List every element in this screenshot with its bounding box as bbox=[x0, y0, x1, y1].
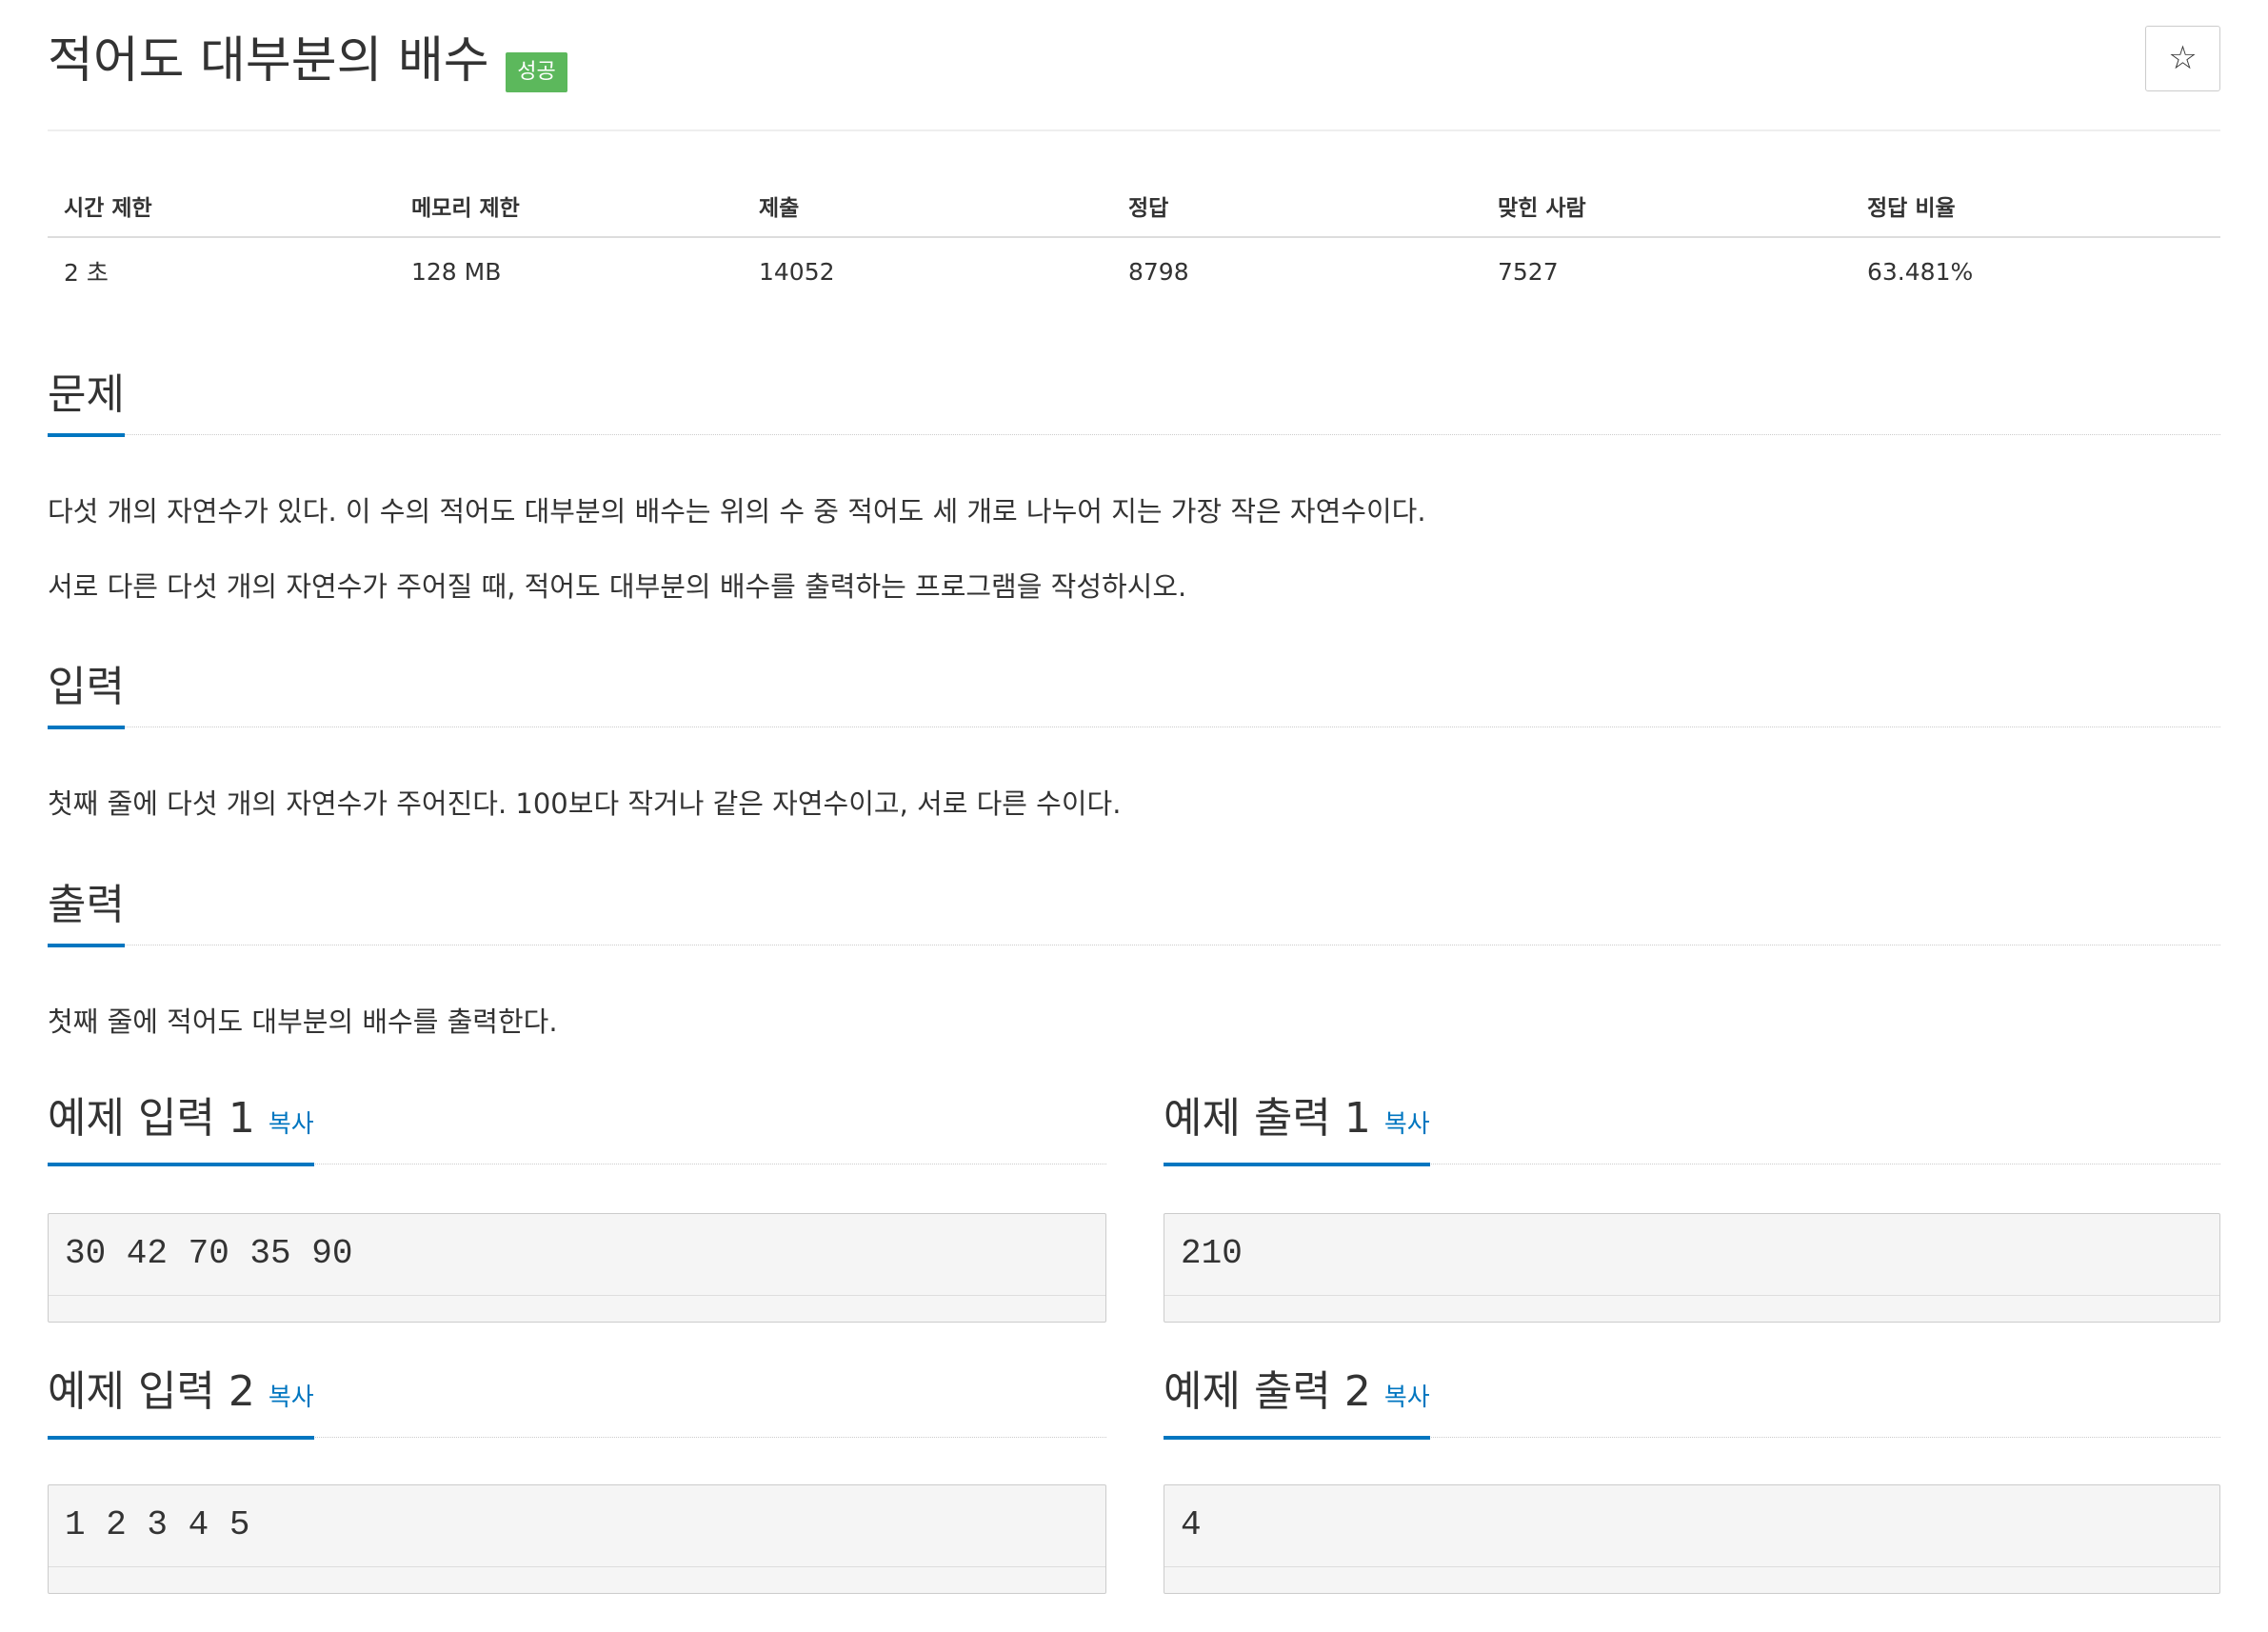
sample-output-1-data[interactable]: 210 bbox=[1164, 1214, 2219, 1296]
input-section-header: 입력 bbox=[48, 656, 2220, 729]
output-section-header: 출력 bbox=[48, 874, 2220, 947]
stats-header-solvers: 맞힌 사람 bbox=[1482, 175, 1851, 238]
problem-title: 적어도 대부분의 배수 bbox=[48, 32, 489, 90]
sample-output-2-scrollbar[interactable] bbox=[1164, 1567, 2219, 1593]
stats-value-solvers: 7527 bbox=[1498, 257, 1559, 286]
stats-header-time-limit: 시간 제한 bbox=[48, 175, 395, 238]
description-paragraph-2: 서로 다른 다섯 개의 자연수가 주어질 때, 적어도 대부분의 배수를 출력하… bbox=[48, 570, 1187, 603]
input-paragraph: 첫째 줄에 다섯 개의 자연수가 주어진다. 100보다 작거나 같은 자연수이… bbox=[48, 787, 1122, 820]
stats-value-memory-limit: 128 MB bbox=[411, 257, 502, 286]
sample-input-2-heading: 예제 입력 2 복사 bbox=[48, 1363, 314, 1440]
status-badge: 성공 bbox=[506, 52, 567, 92]
stats-value-time-limit: 2 초 bbox=[64, 259, 109, 287]
title-divider bbox=[48, 129, 2220, 131]
sample-input-1-title: 예제 입력 1 bbox=[48, 1094, 255, 1143]
input-heading: 입력 bbox=[48, 659, 125, 729]
star-icon: ☆ bbox=[2168, 39, 2198, 77]
stats-value-accepted: 8798 bbox=[1128, 257, 1189, 286]
sample-output-2-title: 예제 출력 2 bbox=[1164, 1367, 1371, 1416]
sample-input-2-scrollbar[interactable] bbox=[49, 1567, 1105, 1593]
stats-header-accepted: 정답 bbox=[1112, 175, 1482, 238]
stats-header-accept-rate: 정답 비율 bbox=[1851, 175, 2220, 238]
stats-header-row: 시간 제한 메모리 제한 제출 정답 맞힌 사람 정답 비율 bbox=[48, 175, 2220, 238]
sample-output-1-heading: 예제 출력 1 복사 bbox=[1164, 1090, 1430, 1166]
sample-output-2-header: 예제 출력 2 복사 bbox=[1164, 1363, 2220, 1440]
stats-value-submissions: 14052 bbox=[759, 257, 835, 286]
sample-input-1-header: 예제 입력 1 복사 bbox=[48, 1090, 1106, 1166]
copy-sample-output-1-link[interactable]: 복사 bbox=[1384, 1110, 1430, 1139]
problem-page: 적어도 대부분의 배수 성공 ☆ 시간 제한 메모리 제한 제출 정답 맞힌 사… bbox=[0, 0, 2268, 1632]
description-paragraph-1: 다섯 개의 자연수가 있다. 이 수의 적어도 대부분의 배수는 위의 수 중 … bbox=[48, 495, 1426, 527]
sample-output-1-box[interactable]: 210 bbox=[1164, 1213, 2220, 1323]
sample-output-1-header: 예제 출력 1 복사 bbox=[1164, 1090, 2220, 1166]
stats-value-accept-rate: 63.481% bbox=[1867, 257, 1974, 286]
stats-header-memory-limit: 메모리 제한 bbox=[395, 175, 743, 238]
sample-input-1-box[interactable]: 30 42 70 35 90 bbox=[48, 1213, 1106, 1323]
sample-input-2-title: 예제 입력 2 bbox=[48, 1367, 255, 1416]
sample-input-2-box[interactable]: 1 2 3 4 5 bbox=[48, 1484, 1106, 1594]
sample-input-1-scrollbar[interactable] bbox=[49, 1296, 1105, 1322]
sample-input-2-header: 예제 입력 2 복사 bbox=[48, 1363, 1106, 1440]
stats-value-row: 2 초 128 MB 14052 8798 7527 63.481% bbox=[48, 237, 2220, 305]
sample-input-2-data[interactable]: 1 2 3 4 5 bbox=[49, 1485, 1105, 1567]
sample-input-1-data[interactable]: 30 42 70 35 90 bbox=[49, 1214, 1105, 1296]
description-heading: 문제 bbox=[48, 367, 125, 437]
sample-output-1-title: 예제 출력 1 bbox=[1164, 1094, 1371, 1143]
sample-input-1-heading: 예제 입력 1 복사 bbox=[48, 1090, 314, 1166]
output-paragraph: 첫째 줄에 적어도 대부분의 배수를 출력한다. bbox=[48, 1005, 558, 1038]
output-heading: 출력 bbox=[48, 877, 125, 947]
sample-output-2-data[interactable]: 4 bbox=[1164, 1485, 2219, 1567]
description-section-header: 문제 bbox=[48, 364, 2220, 437]
copy-sample-input-1-link[interactable]: 복사 bbox=[269, 1110, 314, 1139]
copy-sample-input-2-link[interactable]: 복사 bbox=[269, 1383, 314, 1412]
sample-output-2-box[interactable]: 4 bbox=[1164, 1484, 2220, 1594]
problem-stats-table: 시간 제한 메모리 제한 제출 정답 맞힌 사람 정답 비율 2 초 128 M… bbox=[48, 175, 2220, 305]
sample-output-2-heading: 예제 출력 2 복사 bbox=[1164, 1363, 1430, 1440]
copy-sample-output-2-link[interactable]: 복사 bbox=[1384, 1383, 1430, 1412]
favorite-button[interactable]: ☆ bbox=[2145, 26, 2220, 91]
stats-header-submissions: 제출 bbox=[743, 175, 1112, 238]
sample-output-1-scrollbar[interactable] bbox=[1164, 1296, 2219, 1322]
